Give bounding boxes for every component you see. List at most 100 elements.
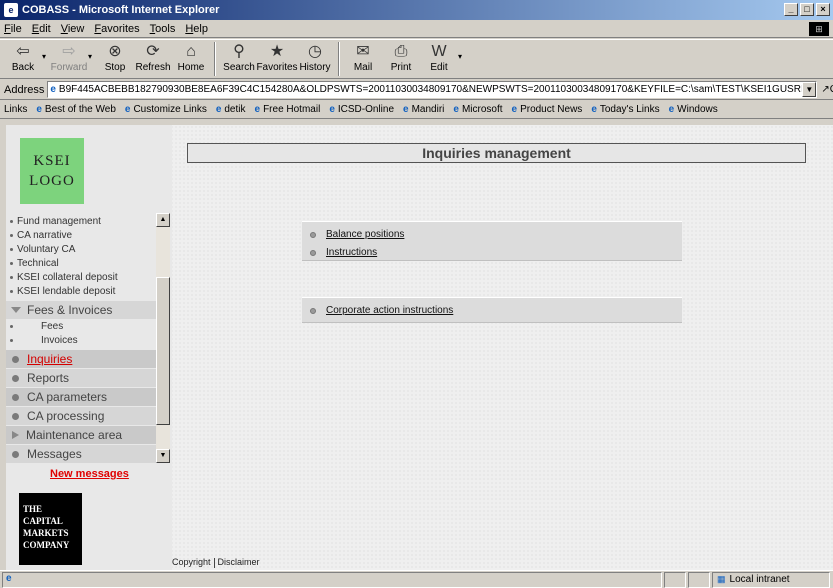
go-button[interactable]: ↗Go	[821, 84, 833, 95]
nav-section-maintenance-area[interactable]: Maintenance area	[6, 426, 156, 444]
scroll-up-icon[interactable]: ▲	[156, 213, 170, 227]
minimize-button[interactable]: _	[784, 3, 798, 16]
nav-technical[interactable]: Technical	[10, 258, 59, 269]
intranet-icon: ▦	[717, 574, 726, 584]
page-icon: e	[50, 84, 56, 95]
nav-ksei-collateral-deposit[interactable]: KSEI collateral deposit	[10, 272, 118, 283]
collapsed-arrow-icon	[12, 431, 19, 439]
menu-help[interactable]: Help	[185, 23, 208, 35]
corporate-action-instructions-link[interactable]: Corporate action instructions	[310, 305, 453, 316]
print-label: Print	[390, 62, 412, 73]
bullet-icon	[10, 233, 13, 237]
disclaimer-link[interactable]: Disclaimer	[218, 557, 260, 567]
nav-label: Voluntary CA	[17, 244, 76, 255]
new-messages-link[interactable]: New messages	[50, 468, 129, 480]
nav-label: Invoices	[41, 335, 78, 346]
link-product-news[interactable]: e Product News	[512, 104, 583, 115]
bullet-icon	[10, 219, 13, 223]
bullet-icon	[12, 355, 19, 363]
stop-button[interactable]: ⊗ Stop	[96, 40, 134, 78]
nav-section-messages[interactable]: Messages	[6, 445, 156, 463]
back-dropdown-icon[interactable]: ▾	[42, 52, 50, 61]
refresh-icon: ⟳	[146, 43, 160, 60]
nav-label: Technical	[17, 258, 59, 269]
nav-section-fees-invoices[interactable]: Fees & Invoices	[6, 301, 156, 319]
link-icon: e	[511, 104, 518, 115]
favorites-button[interactable]: ★ Favorites	[256, 40, 297, 78]
nav-invoices[interactable]: Invoices	[10, 335, 78, 346]
home-label: Home	[177, 62, 205, 73]
copyright-link[interactable]: Copyright	[172, 557, 211, 567]
menu-tools[interactable]: Tools	[150, 23, 176, 35]
mail-button[interactable]: ✉ Mail	[344, 40, 382, 78]
link-icon: e	[124, 104, 131, 115]
address-url: B9F445ACBEBB182790930BE8EA6F39C4C154280A…	[58, 84, 818, 95]
nav-section-ca-parameters[interactable]: CA parameters	[6, 388, 156, 406]
history-label: History	[299, 62, 331, 73]
address-dropdown-icon[interactable]: ▼	[802, 82, 817, 97]
nav-voluntary-ca[interactable]: Voluntary CA	[10, 244, 75, 255]
link-todays-links[interactable]: e Today's Links	[591, 104, 659, 115]
inquiries-panel: Balance positions Instructions	[302, 221, 682, 261]
link-icon: e	[36, 104, 42, 115]
refresh-button[interactable]: ⟳ Refresh	[134, 40, 172, 78]
nav-fund-management[interactable]: Fund management	[10, 216, 101, 227]
link-icsd-online[interactable]: e ICSD-Online	[329, 104, 394, 115]
nav-ca-narrative[interactable]: CA narrative	[10, 230, 72, 241]
home-button[interactable]: ⌂ Home	[172, 40, 210, 78]
links-label: Links	[4, 104, 28, 115]
link-free-hotmail[interactable]: e Free Hotmail	[255, 104, 321, 115]
edit-label: Edit	[430, 62, 448, 73]
edit-dropdown-icon[interactable]: ▾	[458, 52, 466, 61]
stop-label: Stop	[104, 62, 126, 73]
link-icon: e	[254, 104, 261, 115]
toolbar-separator	[214, 42, 216, 76]
nav-section-ca-processing[interactable]: CA processing	[6, 407, 156, 425]
close-button[interactable]: ×	[816, 3, 830, 16]
balance-positions-link[interactable]: Balance positions	[310, 229, 404, 240]
forward-dropdown-icon[interactable]: ▾	[88, 52, 96, 61]
nav-section-inquiries[interactable]: Inquiries	[6, 350, 156, 368]
toolbar-separator	[338, 42, 340, 76]
menu-view[interactable]: View	[61, 23, 85, 35]
instructions-link[interactable]: Instructions	[310, 247, 377, 258]
go-arrow-icon: ↗	[821, 84, 830, 95]
link-best-of-web[interactable]: e Best of the Web	[36, 104, 116, 115]
forward-label: Forward	[50, 62, 88, 73]
link-customize-links[interactable]: e Customize Links	[125, 104, 207, 115]
bullet-icon	[310, 249, 316, 256]
link-windows[interactable]: e Windows	[669, 104, 718, 115]
link-icon: e	[453, 104, 459, 115]
search-button[interactable]: ⚲ Search	[220, 40, 258, 78]
status-page-icon: e	[2, 571, 662, 588]
bullet-icon	[10, 247, 13, 251]
address-input[interactable]: e B9F445ACBEBB182790930BE8EA6F39C4C15428…	[47, 81, 818, 98]
nav-section-reports[interactable]: Reports	[6, 369, 156, 387]
scroll-down-icon[interactable]: ▼	[156, 449, 170, 463]
menu-favorites[interactable]: Favorites	[94, 23, 139, 35]
edit-button[interactable]: W Edit	[420, 40, 458, 78]
print-button[interactable]: ⎙ Print	[382, 40, 420, 78]
link-detik[interactable]: e detik	[216, 104, 246, 115]
nav-ksei-lendable-deposit[interactable]: KSEI lendable deposit	[10, 286, 115, 297]
sidebar-scrollbar[interactable]: ▲ ▼	[156, 213, 170, 463]
window-title-bar: e COBASS - Microsoft Internet Explorer _…	[0, 0, 833, 20]
logo-line: THE	[23, 504, 43, 514]
link-mandiri[interactable]: e Mandiri	[403, 104, 444, 115]
nav-fees[interactable]: Fees	[10, 321, 63, 332]
address-bar: Address e B9F445ACBEBB182790930BE8EA6F39…	[0, 80, 833, 100]
link-label: Instructions	[326, 247, 378, 258]
scroll-thumb[interactable]	[156, 277, 170, 425]
link-microsoft[interactable]: e Microsoft	[453, 104, 502, 115]
menu-file[interactable]: File	[4, 23, 22, 35]
refresh-label: Refresh	[135, 62, 171, 73]
history-button[interactable]: ◷ History	[296, 40, 334, 78]
section-label: Inquiries	[27, 352, 73, 366]
capital-markets-company-logo: THE CAPITAL MARKETS COMPANY	[19, 493, 82, 565]
section-label: Maintenance area	[26, 428, 123, 442]
link-icon: e	[668, 104, 675, 115]
forward-button[interactable]: ⇨ Forward	[50, 40, 88, 78]
back-button[interactable]: ⇦ Back	[4, 40, 42, 78]
menu-edit[interactable]: Edit	[32, 23, 51, 35]
maximize-button[interactable]: □	[800, 3, 814, 16]
